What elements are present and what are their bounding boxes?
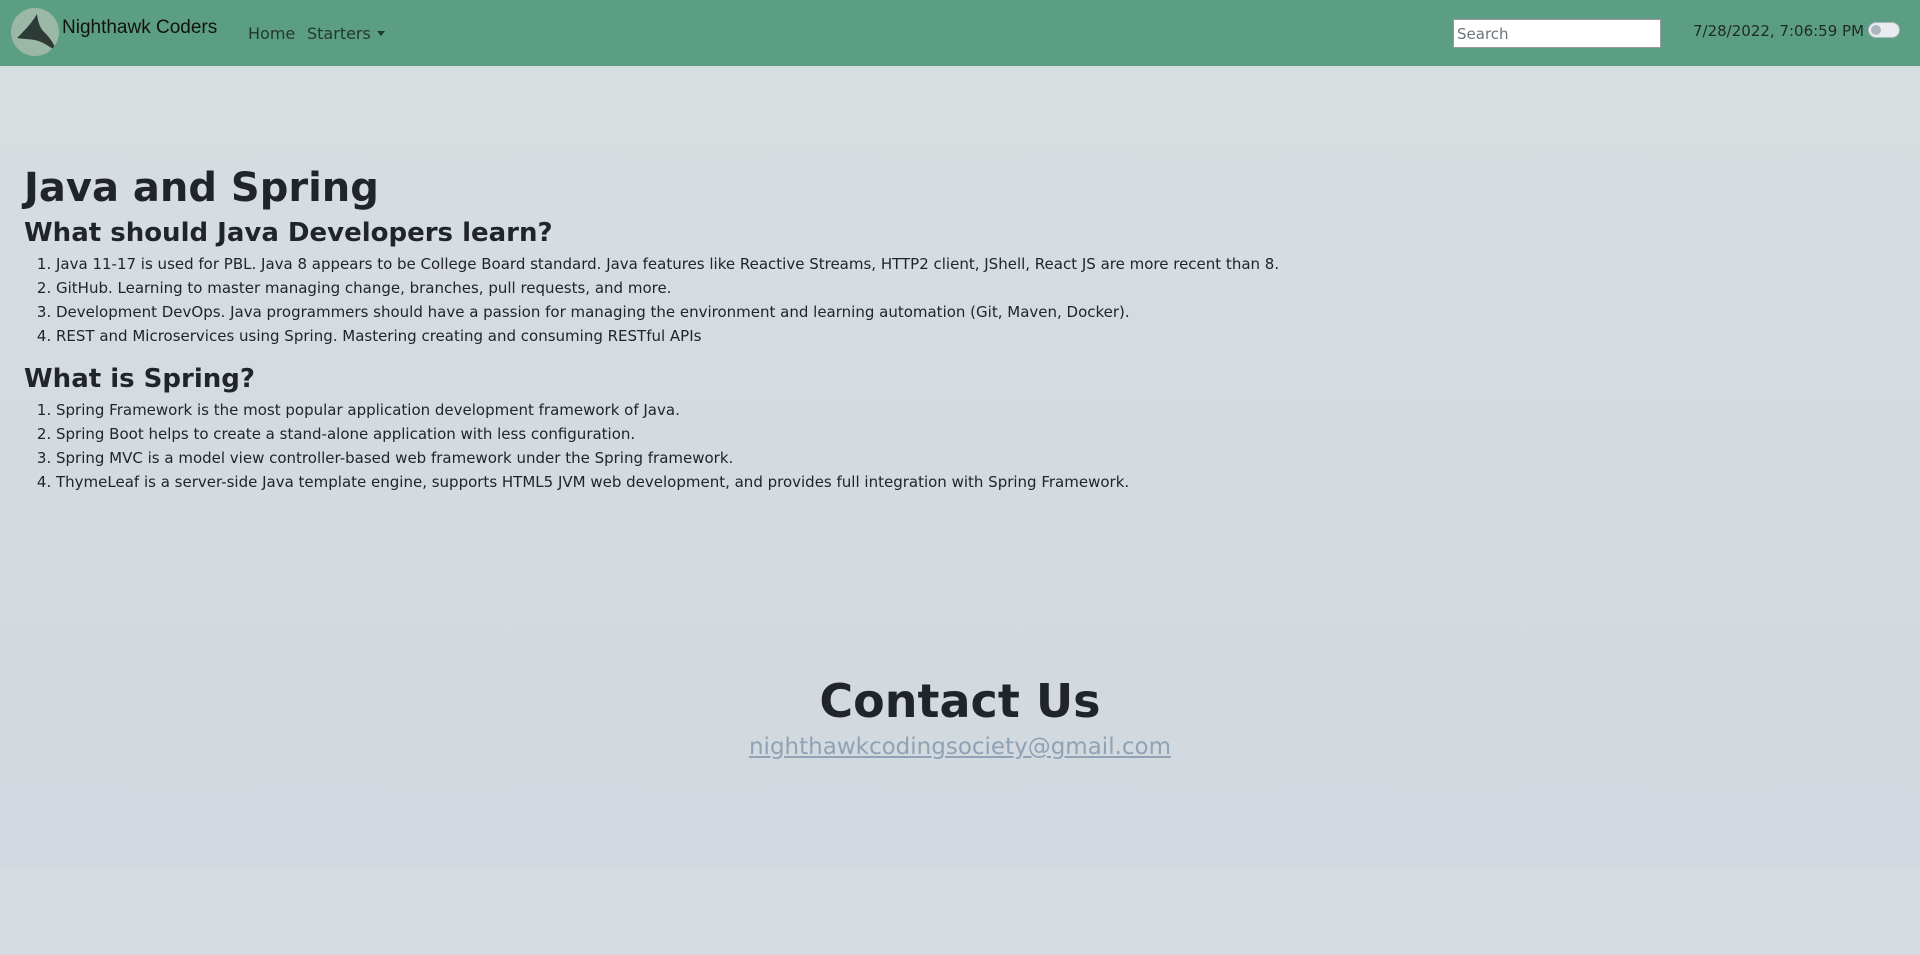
datetime-display: 7/28/2022, 7:06:59 PM — [1693, 22, 1865, 40]
section-what-is-spring: What is Spring? Spring Framework is the … — [24, 362, 1904, 494]
nav-home-link[interactable]: Home — [248, 24, 295, 43]
list-item: Development DevOps. Java programmers sho… — [56, 300, 1904, 324]
navbar: Nighthawk Coders Home Starters 7/28/2022… — [0, 0, 1920, 66]
page-title: Java and Spring — [24, 165, 379, 211]
nav-starters-label: Starters — [307, 24, 371, 43]
section-heading: What is Spring? — [24, 364, 255, 394]
ordered-list: Spring Framework is the most popular app… — [24, 398, 1904, 494]
search-input[interactable] — [1453, 19, 1661, 48]
theme-toggle[interactable] — [1868, 22, 1900, 38]
brand-link[interactable]: Nighthawk Coders — [62, 17, 217, 39]
list-item: GitHub. Learning to master managing chan… — [56, 276, 1904, 300]
list-item: Spring MVC is a model view controller-ba… — [56, 446, 1904, 470]
main-content: Java and Spring What should Java Develop… — [24, 162, 1904, 494]
list-item: ThymeLeaf is a server-side Java template… — [56, 470, 1904, 494]
contact-section: Contact Us nighthawkcodingsociety@gmail.… — [0, 672, 1920, 760]
ordered-list: Java 11-17 is used for PBL. Java 8 appea… — [24, 252, 1904, 348]
section-heading: What should Java Developers learn? — [24, 218, 553, 248]
list-item: Spring Boot helps to create a stand-alon… — [56, 422, 1904, 446]
contact-heading: Contact Us — [819, 674, 1101, 728]
nav-starters-dropdown[interactable]: Starters — [307, 24, 385, 43]
nighthawk-logo-icon[interactable] — [11, 8, 59, 56]
section-java-developers: What should Java Developers learn? Java … — [24, 216, 1904, 348]
list-item: Spring Framework is the most popular app… — [56, 398, 1904, 422]
contact-email-link[interactable]: nighthawkcodingsociety@gmail.com — [749, 734, 1171, 760]
caret-down-icon — [376, 31, 385, 36]
list-item: REST and Microservices using Spring. Mas… — [56, 324, 1904, 348]
list-item: Java 11-17 is used for PBL. Java 8 appea… — [56, 252, 1904, 276]
